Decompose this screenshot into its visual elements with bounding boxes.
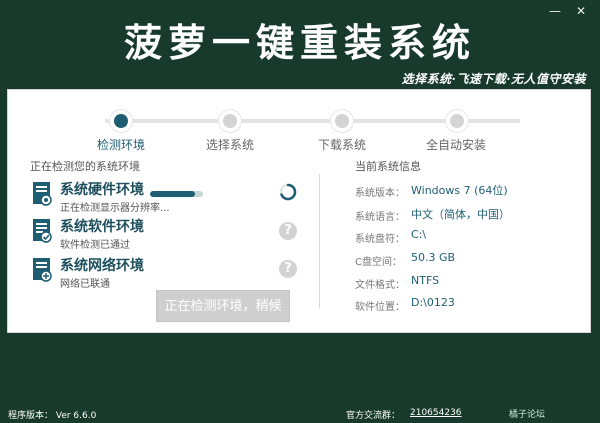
step-2-dot xyxy=(223,114,237,128)
hardware-progress-fill xyxy=(150,191,196,197)
step-3-dot xyxy=(335,114,349,128)
panel-divider xyxy=(319,174,320,308)
step-3-label: 下载系统 xyxy=(318,138,367,152)
hardware-check-status: 正在检测显示器分辨率... xyxy=(60,203,170,214)
info-row-space: C盘空间： 50.3 GB xyxy=(355,251,575,268)
qq-group-label: 官方交流群： xyxy=(346,411,401,421)
info-value: 中文（简体，中国） xyxy=(411,208,510,221)
info-value: 50.3 GB xyxy=(411,251,456,264)
info-value: Windows 7 (64位) xyxy=(411,184,508,197)
step-2-label: 选择系统 xyxy=(206,138,255,152)
info-key: 文件格式： xyxy=(355,280,405,291)
step-4-label: 全自动安装 xyxy=(426,138,487,152)
step-4-indicator xyxy=(445,109,469,133)
step-3-indicator xyxy=(330,109,354,133)
hardware-check-title: 系统硬件环境 xyxy=(60,182,144,198)
info-row-version: 系统版本： Windows 7 (64位) xyxy=(355,182,575,199)
step-1-label: 检测环境 xyxy=(97,138,146,152)
app-slogan: 选择系统·飞速下载·无人值守安装 xyxy=(401,72,586,86)
detect-heading: 正在检测您的系统环境 xyxy=(30,160,140,173)
installer-window: — ✕ 菠萝一键重装系统 选择系统·飞速下载·无人值守安装 检测环境 选择系统 … xyxy=(0,0,600,423)
network-pending-icon: ? xyxy=(279,260,297,278)
info-row-drive: 系统盘符： C:\ xyxy=(355,228,575,245)
main-panel: 检测环境 选择系统 下载系统 全自动安装 正在检测您的系统环境 系统硬件环境 正… xyxy=(7,89,591,333)
software-check-title: 系统软件环境 xyxy=(60,219,144,235)
step-1-indicator xyxy=(109,109,133,133)
step-4-dot xyxy=(450,114,464,128)
hardware-icon xyxy=(33,182,52,206)
network-check-title: 系统网络环境 xyxy=(60,258,144,274)
info-key: 系统盘符： xyxy=(355,234,405,245)
network-icon xyxy=(33,258,52,282)
app-title: 菠萝一键重装系统 xyxy=(123,20,476,65)
qq-group-link[interactable]: 210654236 xyxy=(410,408,462,418)
info-value: D:\0123 xyxy=(411,296,455,309)
status-bar: 程序版本： Ver 6.6.0 官方交流群： 210654236 橘子论坛 xyxy=(0,405,600,423)
software-check-status: 软件检测已通过 xyxy=(60,240,130,251)
detecting-button[interactable]: 正在检测环境，稍候 xyxy=(156,290,290,322)
info-key: 系统版本： xyxy=(355,188,405,199)
loading-spinner-icon xyxy=(279,183,297,201)
info-value: C:\ xyxy=(411,228,427,241)
watermark-text: 橘子论坛 xyxy=(509,410,546,420)
step-progress: 检测环境 选择系统 下载系统 全自动安装 xyxy=(8,90,590,152)
software-pending-icon: ? xyxy=(279,222,297,240)
step-1-dot xyxy=(114,114,128,128)
info-row-filesystem: 文件格式： NTFS xyxy=(355,274,575,291)
info-row-language: 系统语言： 中文（简体，中国） xyxy=(355,206,575,223)
info-row-location: 软件位置： D:\0123 xyxy=(355,296,575,313)
system-info-heading: 当前系统信息 xyxy=(355,160,421,173)
info-key: C盘空间： xyxy=(355,257,402,268)
step-2-indicator xyxy=(218,109,242,133)
hardware-progress-bar xyxy=(150,191,203,197)
info-value: NTFS xyxy=(411,274,440,287)
software-icon xyxy=(33,219,52,243)
info-key: 系统语言： xyxy=(355,212,405,223)
network-check-status: 网络已联通 xyxy=(60,279,110,290)
version-label: 程序版本： Ver 6.6.0 xyxy=(8,411,97,421)
info-key: 软件位置： xyxy=(355,302,405,313)
